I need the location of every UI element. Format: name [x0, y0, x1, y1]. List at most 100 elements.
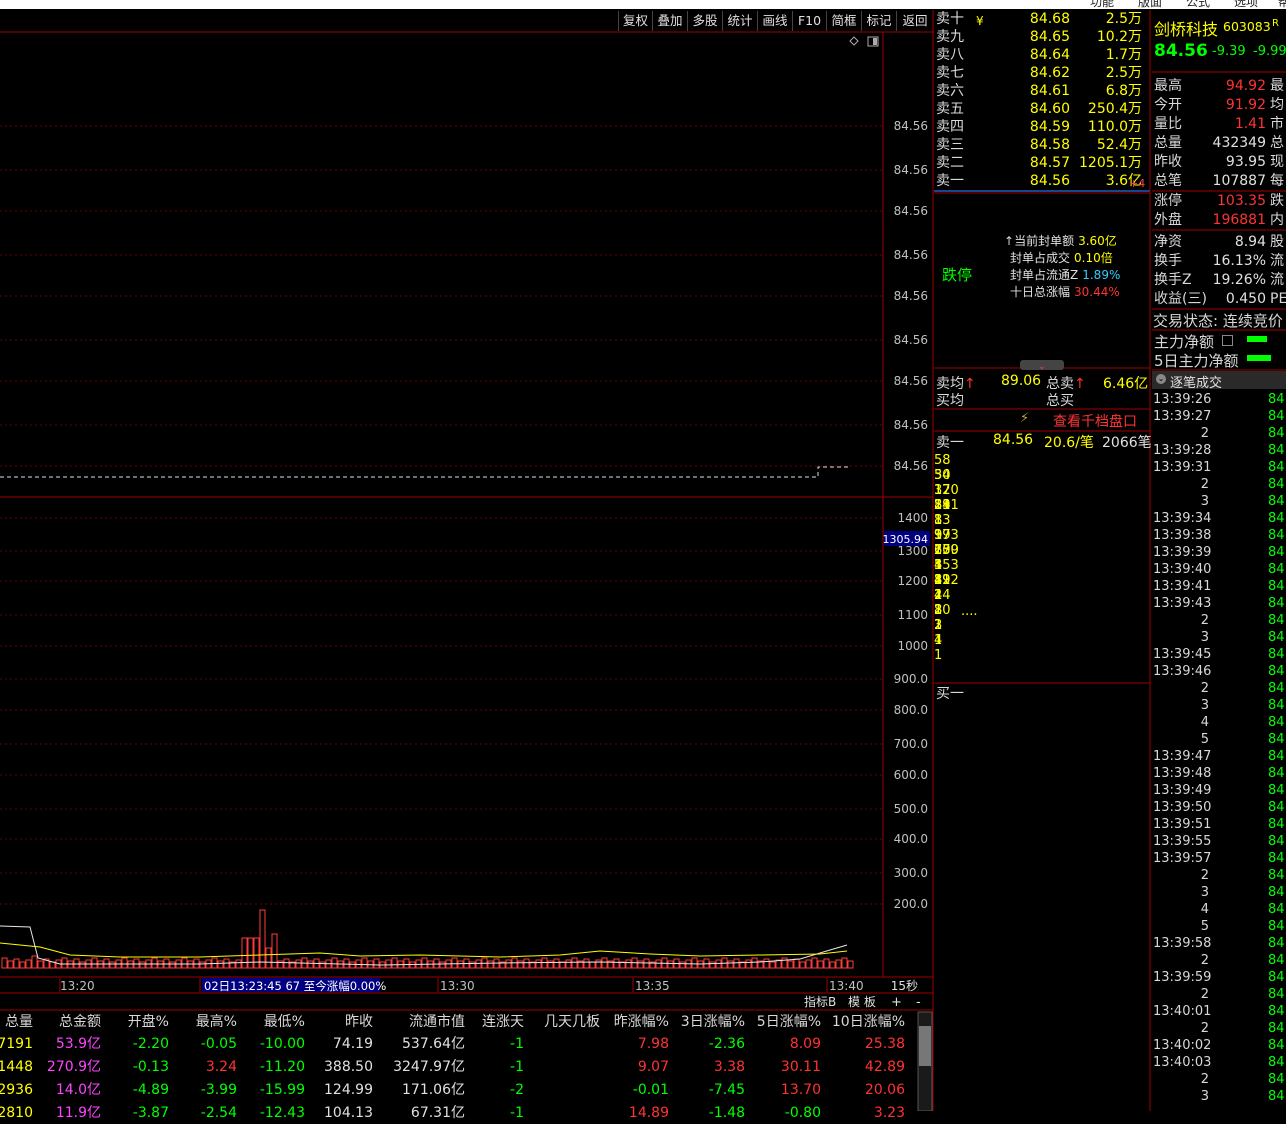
volume-bar [391, 957, 398, 969]
seal-info-row: 十日总涨幅 30.44% [1010, 283, 1156, 300]
queue-cell: 83 [934, 498, 951, 513]
tick-price: 84 [1268, 1089, 1285, 1104]
volume-bar [847, 960, 854, 969]
info-side-label: 内 [1270, 212, 1284, 228]
tick-price: 84 [1268, 1004, 1285, 1019]
diamond-icon[interactable] [849, 36, 859, 46]
info-row: 换手 16.13% 流 [1152, 252, 1286, 271]
info-value: 94.92 [1225, 78, 1266, 94]
tick-row: 13:39:27 84 [1153, 408, 1286, 425]
tick-row: 3 84 [1153, 1088, 1286, 1105]
indicator-button[interactable]: 指标B [804, 994, 836, 1009]
menu-item[interactable]: 公式 [1186, 0, 1210, 9]
time-period-label[interactable]: 15秒 [891, 979, 918, 993]
tick-seq: 3 [1200, 1089, 1209, 1104]
info-side-label: 总 [1270, 135, 1284, 151]
tick-time: 13:39:59 [1153, 970, 1212, 985]
volume-bar [169, 961, 176, 969]
volume-axis-label: 400.0 [894, 832, 928, 846]
info-label: 换手Z [1154, 272, 1192, 288]
tick-seq: 5 [1200, 732, 1209, 747]
volume-bar [7, 960, 14, 969]
window-toggle-icon[interactable] [867, 36, 879, 47]
queue-cell: 1 [934, 588, 943, 603]
tick-row: 13:39:28 84 [1153, 442, 1286, 459]
info-label: 最高 [1154, 78, 1182, 94]
tick-row: 13:39:59 84 [1153, 969, 1286, 986]
info-label: 净资 [1154, 234, 1182, 250]
remove-button[interactable]: - [916, 995, 921, 1010]
queue-row: 83 8 1 1 5 [934, 498, 1150, 573]
main-net-icon[interactable] [1222, 335, 1233, 346]
tick-row: 13:39:49 84 [1153, 782, 1286, 799]
template-button[interactable]: 模 板 [848, 995, 876, 1009]
volume-bar [709, 961, 716, 969]
tick-time: 13:39:46 [1153, 664, 1212, 679]
table-cell: 30.11 [780, 1059, 821, 1075]
lightning-icon: ⚡ [1020, 411, 1030, 426]
tick-price: 84 [1268, 800, 1285, 815]
tick-time: 13:40:01 [1153, 1004, 1212, 1019]
volume-axis-label: 200.0 [894, 897, 928, 911]
info-label: 换手 [1154, 253, 1182, 269]
table-scrollbar-thumb[interactable] [919, 1026, 931, 1066]
tick-price: 84 [1268, 783, 1285, 798]
volume-ma-yellow [0, 942, 848, 958]
queue-cell: 1 [934, 513, 943, 528]
volume-bar [121, 957, 128, 969]
time-label: 13:30 [440, 979, 475, 993]
tick-time: 13:39:43 [1153, 596, 1212, 611]
price-axis-label: 84.56 [894, 119, 928, 133]
tick-seq: 2 [1200, 1021, 1209, 1036]
view-depth-link[interactable]: 查看千档盘口 [1053, 411, 1137, 431]
tick-row: 2 84 [1153, 952, 1286, 969]
volume-axis-label: 500.0 [894, 802, 928, 816]
table-cell: 124.99 [324, 1082, 373, 1098]
menu-item[interactable]: 选项 [1234, 0, 1258, 9]
table-header-cell[interactable]: 昨涨幅% [589, 1011, 669, 1033]
volume-bar [457, 960, 464, 969]
volume-bar [349, 961, 356, 969]
menu-item[interactable]: 版面 [1138, 0, 1162, 9]
tick-seq: 3 [1200, 698, 1209, 713]
stock-change-pct: -9.99 [1253, 44, 1286, 59]
table-header-cell[interactable]: 几天几板 [520, 1011, 600, 1033]
chevron-down-icon[interactable]: ⌄ [1156, 374, 1166, 384]
tick-price: 84 [1268, 426, 1285, 441]
volume-axis-label: 1000 [897, 639, 928, 653]
buy1-label: 买一 [936, 686, 964, 702]
volume-bar [235, 959, 242, 969]
tick-row: 13:40:02 84 [1153, 1037, 1286, 1054]
price-axis-label: 84.56 [894, 374, 928, 388]
table-header-cell[interactable]: 10日涨幅% [825, 1011, 905, 1033]
info-row: 净资 8.94 股 [1152, 233, 1286, 252]
volume-bar [559, 961, 566, 969]
tick-price: 84 [1268, 834, 1285, 849]
info-side-label: 均 [1270, 97, 1284, 113]
tick-row: 13:39:51 84 [1153, 816, 1286, 833]
stock-tag: R [1272, 18, 1279, 29]
queue-row: 11 1 8 2 1 [934, 573, 1150, 648]
tick-row: 13:39:47 84 [1153, 748, 1286, 765]
volume-bar [433, 958, 440, 969]
seal-info-label: 封单占流通Z [1010, 268, 1079, 282]
menu-item[interactable]: 帮助 [1278, 0, 1286, 9]
table-header-cell[interactable]: 3日涨幅% [665, 1011, 745, 1033]
volume-bar [523, 958, 530, 969]
tick-row: 3 84 [1153, 697, 1286, 714]
menu-item[interactable]: 功能 [1090, 0, 1114, 9]
price-line-end [812, 466, 851, 478]
tick-seq: 2 [1200, 1072, 1209, 1087]
total-buy-label: 总买 [1046, 393, 1074, 409]
volume-bar [811, 957, 818, 969]
volume-bar [601, 957, 608, 969]
table-header-cell[interactable]: 5日涨幅% [741, 1011, 821, 1033]
table-header-cell[interactable]: 连涨天 [444, 1011, 524, 1033]
info-row: 收益(三) 0.450 PE [1152, 290, 1286, 309]
tick-seq: 2 [1200, 868, 1209, 883]
table-header-cell[interactable]: 昨收 [293, 1011, 373, 1033]
queue-more[interactable]: .... [961, 604, 978, 619]
price-axis-label: 84.56 [894, 333, 928, 347]
tick-time: 13:39:50 [1153, 800, 1212, 815]
add-button[interactable]: + [891, 995, 902, 1010]
